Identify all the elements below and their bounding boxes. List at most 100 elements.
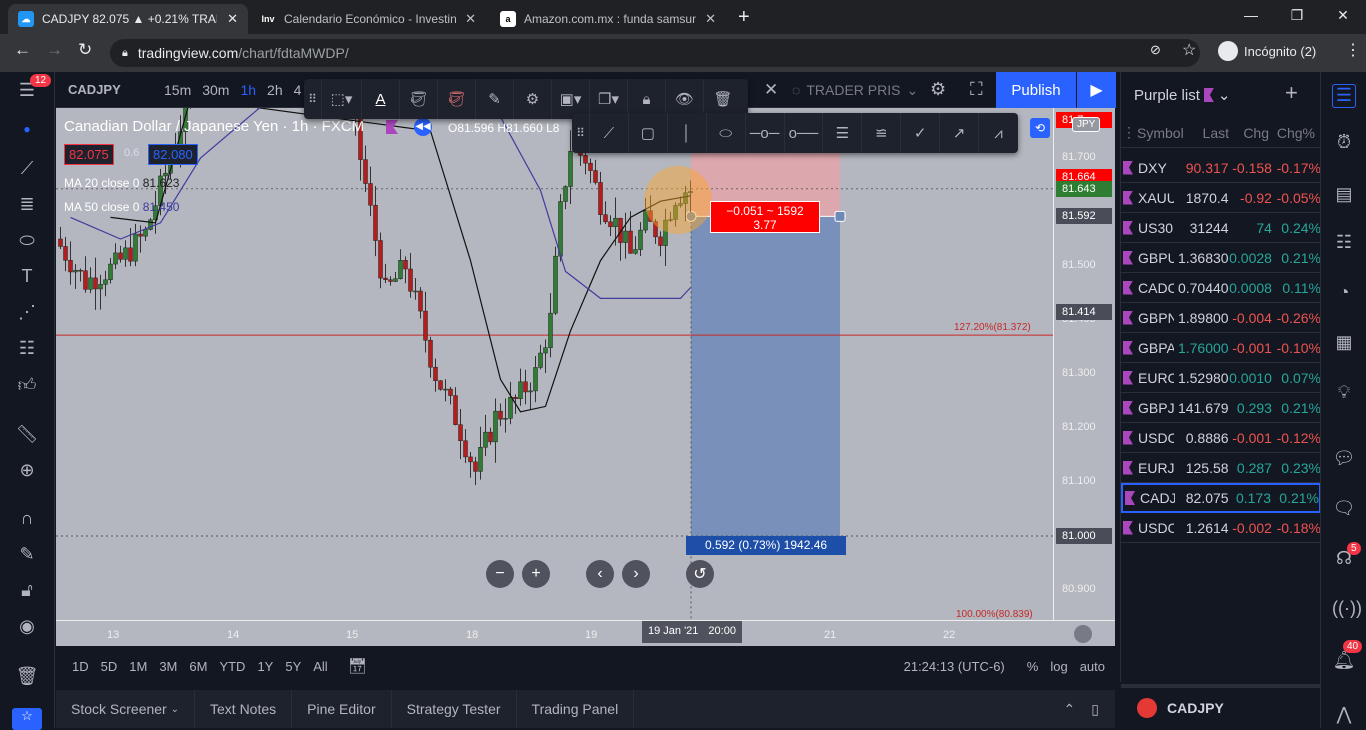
expand-panel-icon[interactable]: ⌃ — [1064, 701, 1076, 718]
range-all[interactable]: All — [313, 659, 327, 674]
text-color-icon[interactable]: A — [362, 79, 400, 119]
bookmark-star-icon[interactable]: ☆ — [1182, 40, 1196, 60]
range-5y[interactable]: 5Y — [285, 659, 301, 674]
watchlist-selector[interactable]: Purple list ⌄ — [1134, 86, 1230, 105]
zoom-in-button[interactable]: + — [522, 560, 550, 588]
price-axis[interactable]: 81.70081.50081.40081.30081.20081.10081.0… — [1053, 108, 1115, 620]
browser-tab-tradingview[interactable]: ☁ CADJPY 82.075 ▲ +0.21% TRADE ✕ — [8, 4, 248, 34]
watchlist-row-cadchf[interactable]: CADCHF0.704400.00080.11% — [1121, 273, 1321, 303]
drag-handle-icon[interactable]: ⠿ — [572, 113, 590, 153]
pencil-icon[interactable]: ✎ — [476, 79, 514, 119]
rectangle-tool-icon[interactable]: ▢ — [629, 113, 668, 153]
template-dropdown[interactable]: ◌ TRADER PRIS ⌄ — [792, 82, 918, 99]
scroll-left-button[interactable]: ‹ — [586, 560, 614, 588]
zoom-in-icon[interactable]: ⊕ — [12, 460, 42, 484]
auto-scale-toggle[interactable]: auto — [1080, 659, 1105, 674]
add-symbol-button[interactable]: + — [1285, 80, 1298, 106]
fill-color-icon[interactable]: 🪣︎ — [400, 79, 438, 119]
horizontal-line-tool-icon[interactable]: ─o─ — [746, 113, 785, 153]
symbol-search[interactable]: CADJPY — [68, 82, 121, 97]
text-icon[interactable]: T — [12, 266, 42, 290]
scale-settings-icon[interactable] — [1074, 625, 1092, 643]
maximize-button[interactable]: ❐ — [1274, 0, 1320, 30]
ellipse-tool-icon[interactable]: ⬭ — [707, 113, 746, 153]
prediction-icon[interactable]: ☷ — [12, 338, 42, 362]
interval-4h[interactable]: 4 — [294, 82, 302, 98]
incognito-eye-icon[interactable]: ⊘ — [1150, 42, 1161, 58]
goto-date-icon[interactable]: 📅︎ — [348, 657, 367, 675]
minimize-button[interactable]: — — [1228, 0, 1274, 30]
column-chg-pct[interactable]: Chg% — [1269, 125, 1315, 141]
tab-pine-editor[interactable]: Pine Editor — [292, 690, 392, 728]
scroll-right-button[interactable]: › — [622, 560, 650, 588]
arrow-tool-icon[interactable]: ↗ — [940, 113, 980, 153]
currency-label[interactable]: JPY — [1072, 117, 1101, 132]
buy-button[interactable]: 82.080 — [148, 144, 198, 165]
close-tab-icon[interactable]: ✕ — [705, 11, 716, 27]
fill-color-2-icon[interactable]: 🪣︎ — [438, 79, 476, 119]
chat-icon[interactable]: 💬︎ — [1332, 448, 1356, 472]
watchlist-row-usdcad[interactable]: USDCAD1.2614-0.002-0.18% — [1121, 513, 1321, 543]
lock-drawings-icon[interactable]: 🔓︎ — [12, 580, 42, 604]
url-input[interactable]: 🔒︎ tradingview.com/chart/fdtaMWDP/ — [110, 39, 1200, 67]
tab-stock-screener[interactable]: Stock Screener ⌄ — [56, 690, 195, 728]
watchlist-row-eurjpy[interactable]: EURJPY125.580.2870.23% — [1121, 453, 1321, 483]
fullscreen-icon[interactable]: ⛶ — [970, 79, 983, 100]
ma20-legend[interactable]: MA 20 close 0 81.623 — [64, 176, 179, 190]
trend-line-icon[interactable]: ⟋ — [12, 158, 42, 182]
notifications-bell-icon[interactable]: 🔔︎ — [1332, 650, 1356, 674]
interval-30m[interactable]: 30m — [202, 82, 229, 98]
publish-button[interactable]: Publish — [996, 72, 1076, 108]
ideas-bulb-icon[interactable]: 💡︎ — [1332, 382, 1356, 406]
hide-drawings-icon[interactable]: ◉ — [12, 616, 42, 640]
column-chg[interactable]: Chg — [1229, 125, 1269, 141]
range-5d[interactable]: 5D — [101, 659, 118, 674]
settings-icon[interactable]: ⚙ — [514, 79, 552, 119]
watchlist-row-gbpnzd[interactable]: GBPNZD1.89800-0.004-0.26% — [1121, 303, 1321, 333]
browser-tab-amazon[interactable]: a Amazon.com.mx : funda samsung ✕ — [490, 4, 726, 34]
close-tab-icon[interactable]: ✕ — [227, 11, 238, 27]
trash-icon[interactable]: 🗑︎ — [12, 666, 42, 690]
cursor-dot-icon[interactable]: ● — [12, 122, 42, 146]
auto-scale-icon[interactable]: ⟲ — [1030, 118, 1050, 138]
watchlist-row-gbpaud[interactable]: GBPAUD1.76000-0.001-0.10% — [1121, 333, 1321, 363]
range-6m[interactable]: 6M — [189, 659, 207, 674]
sell-button[interactable]: 82.075 — [64, 144, 114, 165]
fib-extension-tool-icon[interactable]: ≌ — [862, 113, 902, 153]
collapse-icon[interactable]: ⋀ — [1332, 704, 1356, 728]
browser-tab-investing[interactable]: Inv Calendario Económico - Investing ✕ — [250, 4, 486, 34]
back-button[interactable]: ← — [14, 40, 31, 60]
watchlist-row-us30[interactable]: US30 31244 74 0.24% — [1121, 213, 1321, 243]
interval-15m[interactable]: 15m — [164, 82, 191, 98]
path-tool-icon[interactable]: ⩘ — [979, 113, 1018, 153]
watchlist-row-gbpjpy[interactable]: GBPJPY141.6790.2930.21% — [1121, 393, 1321, 423]
hotlists-icon[interactable]: ☷ — [1332, 232, 1356, 256]
column-last[interactable]: Last — [1189, 125, 1229, 141]
interval-2h[interactable]: 2h — [267, 82, 283, 98]
line-style-icon[interactable]: ⬚▾ — [322, 79, 362, 119]
range-3m[interactable]: 3M — [159, 659, 177, 674]
incognito-profile[interactable]: Incógnito (2) — [1218, 41, 1316, 61]
clock-timezone[interactable]: 21:24:13 (UTC-6) — [904, 659, 1005, 674]
watchlist-row-dxy[interactable]: DXY 90.317 -0.158 -0.17% — [1121, 153, 1321, 183]
menu-kebab-icon[interactable]: ⋮ — [1345, 40, 1361, 60]
stay-drawing-icon[interactable]: ✎ — [12, 544, 42, 568]
vertical-line-tool-icon[interactable]: │ — [668, 113, 707, 153]
close-toolbar-icon[interactable]: ✕ — [764, 80, 778, 100]
data-window-icon[interactable]: ▤ — [1332, 184, 1356, 208]
watchlist-row-usdchf[interactable]: USDCHF0.8886-0.001-0.12% — [1121, 423, 1321, 453]
range-ytd[interactable]: YTD — [219, 659, 245, 674]
column-menu-icon[interactable]: ⋮ — [1121, 124, 1137, 141]
symbol-details[interactable]: CADJPY — [1121, 684, 1321, 728]
private-chat-icon[interactable]: 🗨︎ — [1332, 498, 1356, 522]
broadcast-icon[interactable]: ((·)) — [1332, 598, 1362, 622]
icons-thumb-icon[interactable]: 👍︎ — [12, 374, 42, 398]
replay-play-icon[interactable]: ▶ — [1077, 72, 1116, 108]
zoom-out-button[interactable]: − — [486, 560, 514, 588]
tab-text-notes[interactable]: Text Notes — [195, 690, 293, 728]
fib-retracement-tool-icon[interactable]: ☰ — [823, 113, 863, 153]
watchlist-row-eurcad[interactable]: EURCAD1.529800.00100.07% — [1121, 363, 1321, 393]
ma50-legend[interactable]: MA 50 close 0 81.450 — [64, 200, 179, 214]
tab-strategy-tester[interactable]: Strategy Tester — [392, 690, 517, 728]
collapse-legend-icon[interactable]: ◀◀ — [414, 118, 432, 136]
